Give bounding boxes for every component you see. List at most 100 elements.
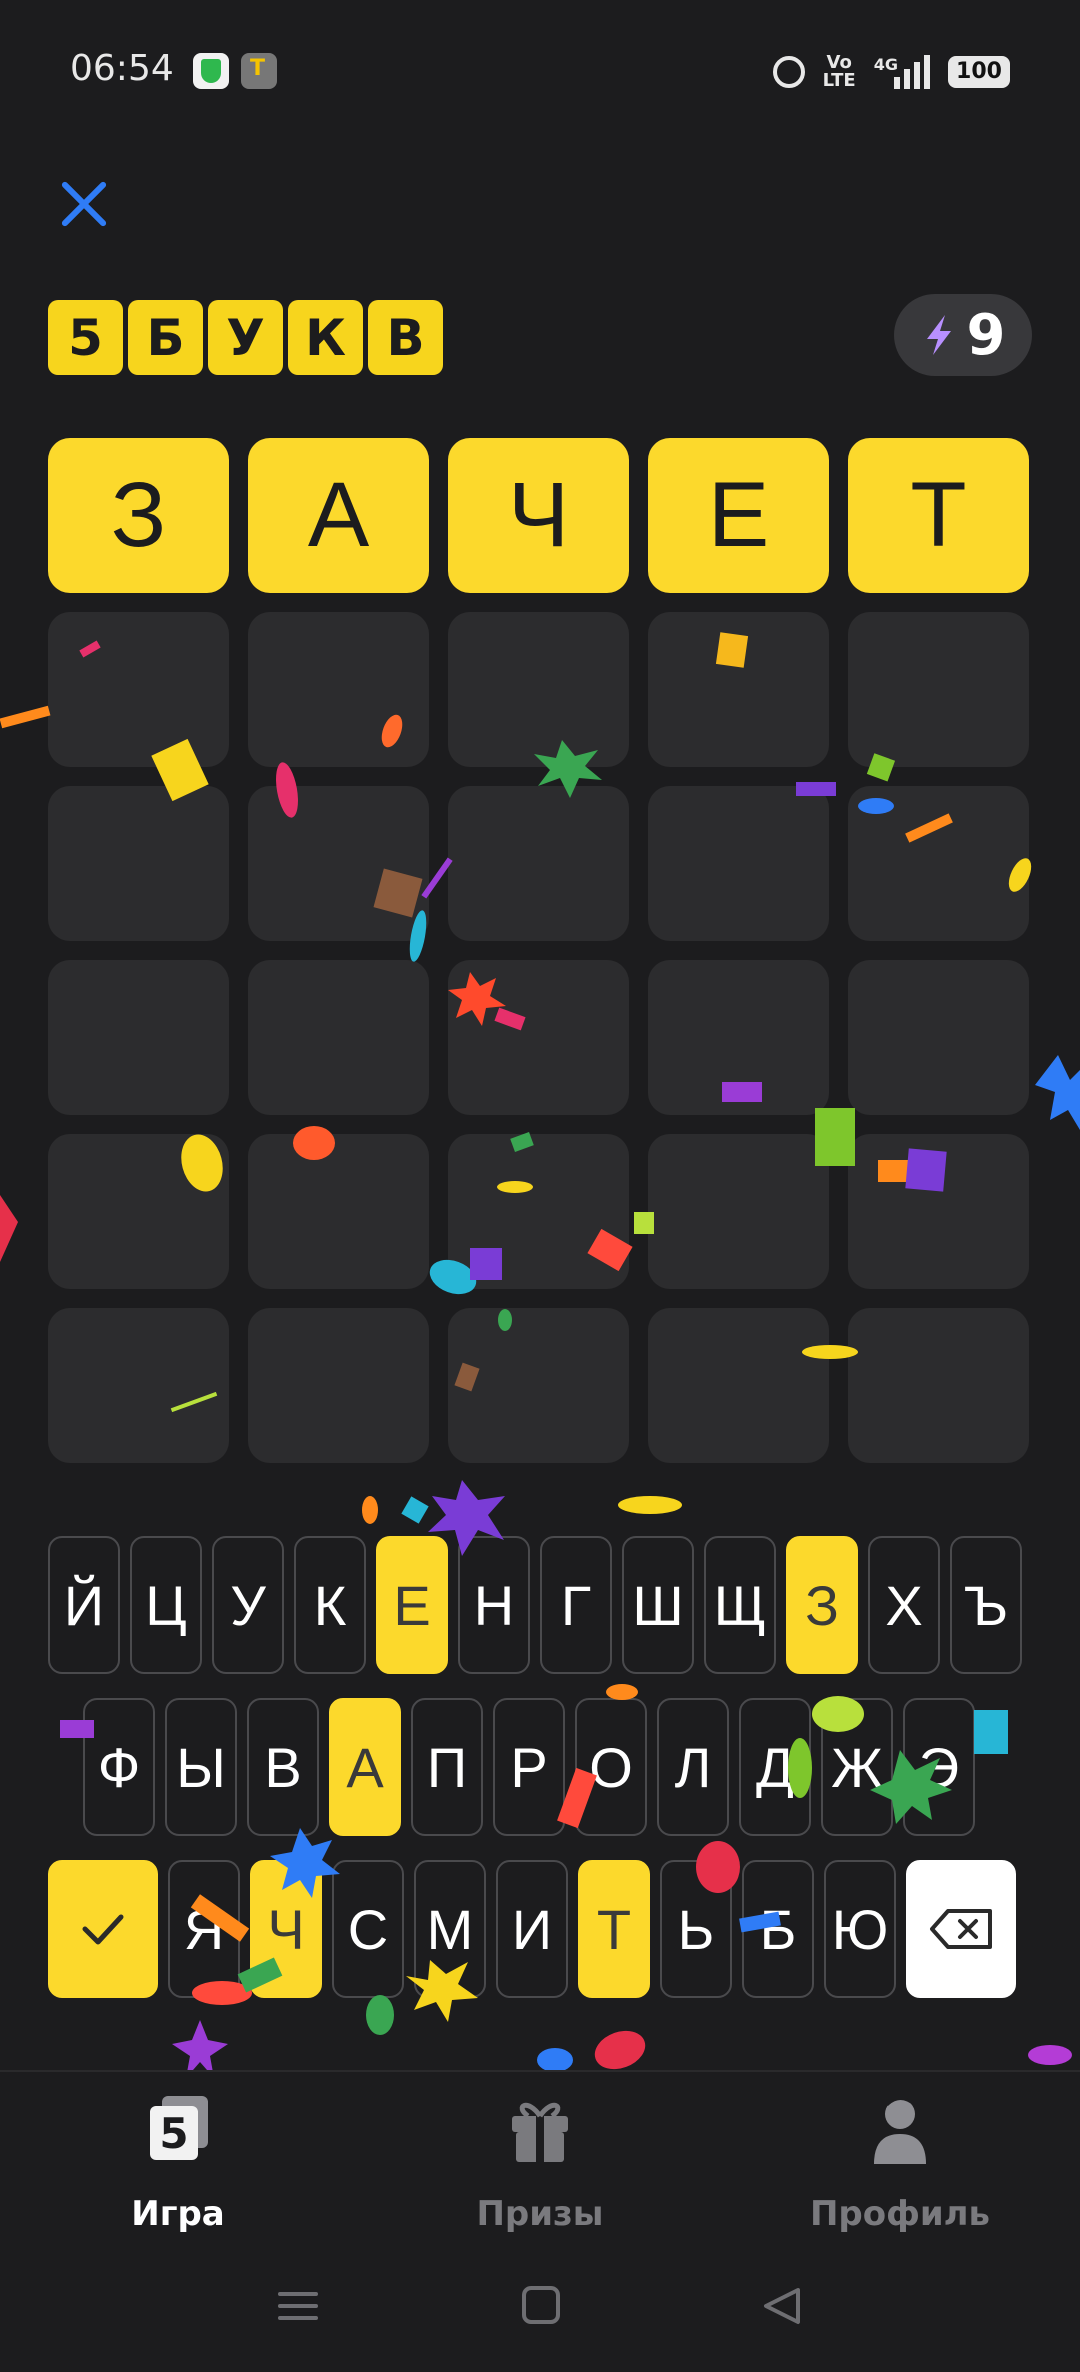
status-bar: 06:54 VoLTE 4G 100 — [0, 0, 1080, 140]
key[interactable]: И — [496, 1860, 568, 1998]
key[interactable]: Й — [48, 1536, 120, 1674]
key[interactable]: Ъ — [950, 1536, 1022, 1674]
board-cell — [648, 786, 829, 941]
key[interactable]: М — [414, 1860, 486, 1998]
logo-tile: Б — [128, 300, 203, 375]
lightning-icon — [926, 315, 951, 355]
alarm-icon — [772, 56, 805, 88]
board-row — [48, 960, 1032, 1115]
key[interactable]: Ц — [130, 1536, 202, 1674]
notification-app-icon — [241, 53, 277, 89]
key[interactable]: К — [294, 1536, 366, 1674]
volte-indicator: Vo LTE — [822, 52, 856, 91]
board-row — [48, 786, 1032, 941]
tab-label: Игра — [131, 2194, 225, 2234]
system-nav-bar — [278, 2286, 800, 2324]
home-icon[interactable] — [522, 2286, 560, 2324]
board-cell — [648, 1308, 829, 1463]
key[interactable]: Ь — [660, 1860, 732, 1998]
game-icon: 5 — [150, 2096, 208, 2160]
board-cell — [248, 786, 429, 941]
back-icon[interactable] — [764, 2288, 800, 2324]
key[interactable]: У — [212, 1536, 284, 1674]
key[interactable]: Р — [493, 1698, 565, 1836]
key[interactable]: Е — [376, 1536, 448, 1674]
board-cell: З — [48, 438, 229, 593]
bottom-tab-bar: 5 Игра Призы Профиль — [0, 2070, 1080, 2242]
board-cell — [848, 612, 1029, 767]
board-cell — [48, 612, 229, 767]
key[interactable]: Л — [657, 1698, 729, 1836]
board-cell: А — [248, 438, 429, 593]
tab-label: Призы — [476, 2194, 604, 2234]
key[interactable]: Ч — [250, 1860, 322, 1998]
menu-icon[interactable] — [278, 2292, 318, 2320]
board-cell — [448, 786, 629, 941]
energy-count: 9 — [966, 302, 1006, 368]
board-cell — [848, 1134, 1029, 1289]
key[interactable]: Ф — [83, 1698, 155, 1836]
board-cell: Т — [848, 438, 1029, 593]
close-icon[interactable] — [56, 176, 112, 232]
key[interactable]: Щ — [704, 1536, 776, 1674]
logo-tile: В — [368, 300, 443, 375]
board-cell — [448, 1134, 629, 1289]
key[interactable]: Б — [742, 1860, 814, 1998]
energy-counter[interactable]: 9 — [894, 294, 1032, 376]
board-row — [48, 1134, 1032, 1289]
keyboard-row-1: ЙЦУКЕНГШЩЗХЪ — [48, 1536, 1022, 1674]
board-cell — [848, 1308, 1029, 1463]
tab-label: Профиль — [809, 2194, 991, 2234]
key[interactable]: Т — [578, 1860, 650, 1998]
network-type: 4G — [873, 55, 898, 74]
game-board: ЗАЧЕТ — [48, 438, 1032, 1482]
security-app-icon — [193, 53, 229, 89]
key[interactable]: Я — [168, 1860, 240, 1998]
board-row — [48, 1308, 1032, 1463]
status-time: 06:54 — [70, 48, 174, 89]
app-logo: 5 Б У К В — [48, 300, 443, 375]
svg-text:5: 5 — [159, 2109, 188, 2158]
key[interactable]: О — [575, 1698, 647, 1836]
board-cell — [248, 612, 429, 767]
keyboard-row-2: ФЫВАПРОЛДЖЭ — [83, 1698, 975, 1836]
key[interactable]: Х — [868, 1536, 940, 1674]
key[interactable]: Ы — [165, 1698, 237, 1836]
key[interactable]: С — [332, 1860, 404, 1998]
backspace-icon — [930, 1909, 992, 1949]
board-row: ЗАЧЕТ — [48, 438, 1032, 593]
board-cell — [648, 960, 829, 1115]
gift-icon — [512, 2102, 568, 2162]
board-cell — [248, 960, 429, 1115]
key[interactable]: Д — [739, 1698, 811, 1836]
logo-tile: К — [288, 300, 363, 375]
board-cell — [848, 786, 1029, 941]
keyboard-row-3: ЯЧСМИТЬБЮ — [48, 1860, 1016, 1998]
board-cell — [448, 960, 629, 1115]
signal-icon: 4G — [874, 55, 930, 89]
board-cell — [648, 612, 829, 767]
key[interactable]: Н — [458, 1536, 530, 1674]
board-cell — [848, 960, 1029, 1115]
key[interactable]: Г — [540, 1536, 612, 1674]
key[interactable]: А — [329, 1698, 401, 1836]
backspace-button[interactable] — [906, 1860, 1016, 1998]
board-cell — [248, 1308, 429, 1463]
key[interactable]: Ж — [821, 1698, 893, 1836]
logo-tile: 5 — [48, 300, 123, 375]
key[interactable]: В — [247, 1698, 319, 1836]
status-right: Vo LTE 4G 100 — [772, 50, 1010, 94]
board-cell — [248, 1134, 429, 1289]
board-row — [48, 612, 1032, 767]
key[interactable]: Ю — [824, 1860, 896, 1998]
board-cell: Е — [648, 438, 829, 593]
board-cell — [648, 1134, 829, 1289]
key[interactable]: Ш — [622, 1536, 694, 1674]
key[interactable]: З — [786, 1536, 858, 1674]
board-cell — [448, 612, 629, 767]
key[interactable]: Э — [903, 1698, 975, 1836]
enter-button[interactable] — [48, 1860, 158, 1998]
board-cell: Ч — [448, 438, 629, 593]
board-cell — [448, 1308, 629, 1463]
key[interactable]: П — [411, 1698, 483, 1836]
